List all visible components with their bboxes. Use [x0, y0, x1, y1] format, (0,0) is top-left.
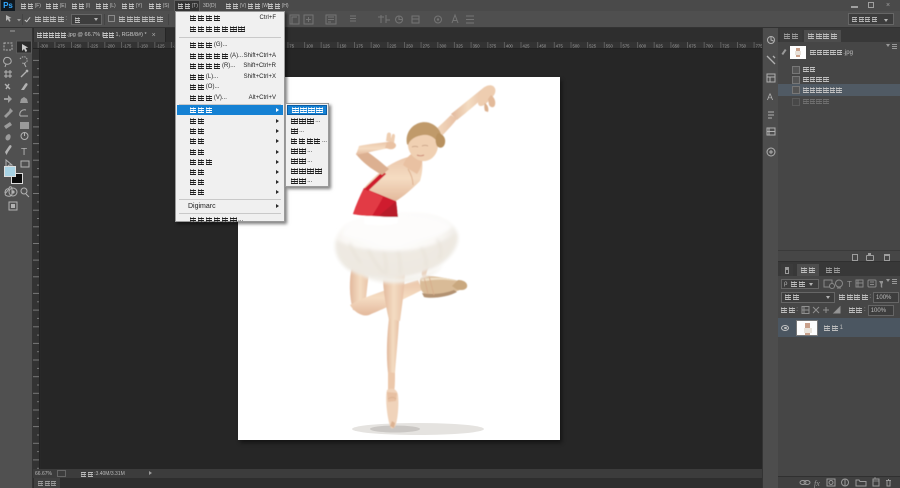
svg-text:425: 425 — [523, 44, 531, 49]
svg-text:T: T — [847, 280, 852, 289]
svg-text:625: 625 — [656, 44, 664, 49]
svg-text:125: 125 — [323, 44, 331, 49]
svg-text:600: 600 — [639, 44, 647, 49]
svg-text:150: 150 — [339, 44, 347, 49]
svg-text:575: 575 — [623, 44, 631, 49]
svg-text:550: 550 — [606, 44, 614, 49]
svg-text:225: 225 — [389, 44, 397, 49]
svg-text:A: A — [767, 92, 773, 102]
svg-text:200: 200 — [373, 44, 381, 49]
svg-text:75: 75 — [289, 44, 294, 49]
svg-text:-200: -200 — [106, 44, 115, 49]
svg-text:525: 525 — [589, 44, 597, 49]
svg-text:300: 300 — [439, 44, 447, 49]
svg-text:-150: -150 — [140, 44, 149, 49]
svg-text:-225: -225 — [90, 44, 99, 49]
svg-text:T: T — [21, 147, 27, 158]
svg-text:675: 675 — [689, 44, 697, 49]
svg-text:-175: -175 — [123, 44, 132, 49]
svg-text:-250: -250 — [73, 44, 82, 49]
svg-text:-300: -300 — [40, 44, 49, 49]
svg-text:500: 500 — [573, 44, 581, 49]
svg-text:375: 375 — [489, 44, 497, 49]
svg-text:650: 650 — [672, 44, 680, 49]
svg-text:450: 450 — [539, 44, 547, 49]
svg-text:fx: fx — [814, 479, 820, 488]
svg-text:275: 275 — [423, 44, 431, 49]
svg-text:475: 475 — [556, 44, 564, 49]
svg-text:400: 400 — [506, 44, 514, 49]
svg-text:175: 175 — [356, 44, 364, 49]
svg-text:250: 250 — [406, 44, 414, 49]
svg-text:-125: -125 — [156, 44, 165, 49]
svg-text:-275: -275 — [56, 44, 65, 49]
svg-text:750: 750 — [739, 44, 747, 49]
svg-text:325: 325 — [456, 44, 464, 49]
svg-text:725: 725 — [722, 44, 730, 49]
svg-text:350: 350 — [473, 44, 481, 49]
svg-text:100: 100 — [306, 44, 314, 49]
svg-text:700: 700 — [706, 44, 714, 49]
